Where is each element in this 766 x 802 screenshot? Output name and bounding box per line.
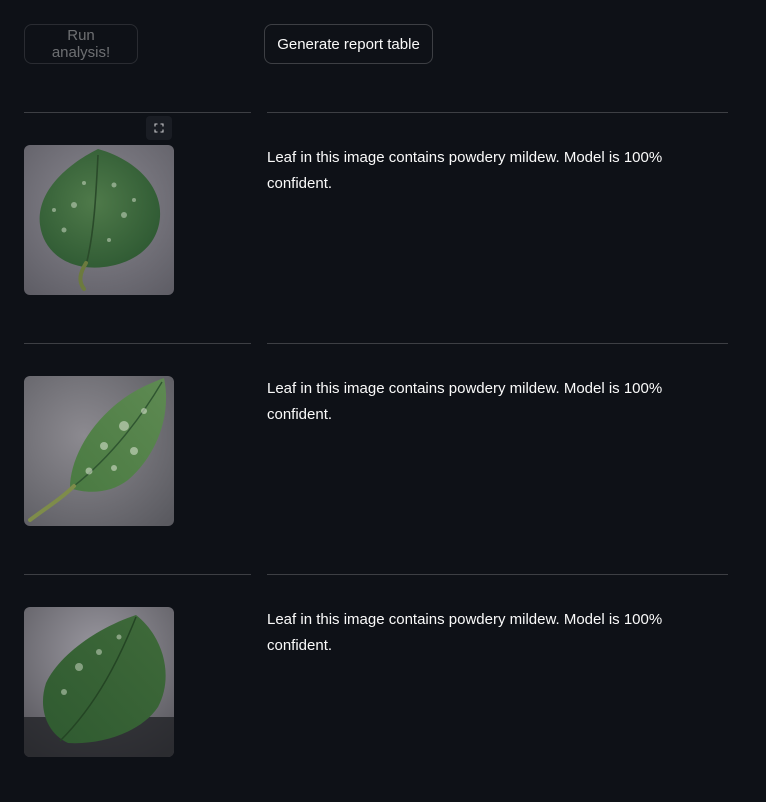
row-divider-left [24,343,251,344]
row-divider-right [267,574,728,575]
leaf-photo-2 [24,376,174,526]
app-page: Run analysis! Generate report table Leaf… [0,0,766,802]
leaf-photo-1 [24,145,174,295]
leaf-image[interactable] [24,376,174,526]
expand-icon [154,123,164,133]
run-analysis-button[interactable]: Run analysis! [24,24,138,64]
row-divider-right [267,343,728,344]
result-text: Leaf in this image contains powdery mild… [267,611,663,654]
leaf-photo-3 [24,607,174,757]
result-text: Leaf in this image contains powdery mild… [267,380,663,423]
row-divider-right [267,112,728,113]
row-divider-left [24,574,251,575]
leaf-image[interactable] [24,607,174,757]
fullscreen-button[interactable] [146,116,172,140]
result-text: Leaf in this image contains powdery mild… [267,149,663,192]
generate-report-button[interactable]: Generate report table [264,24,433,64]
leaf-image[interactable] [24,145,174,295]
row-divider-left [24,112,251,113]
